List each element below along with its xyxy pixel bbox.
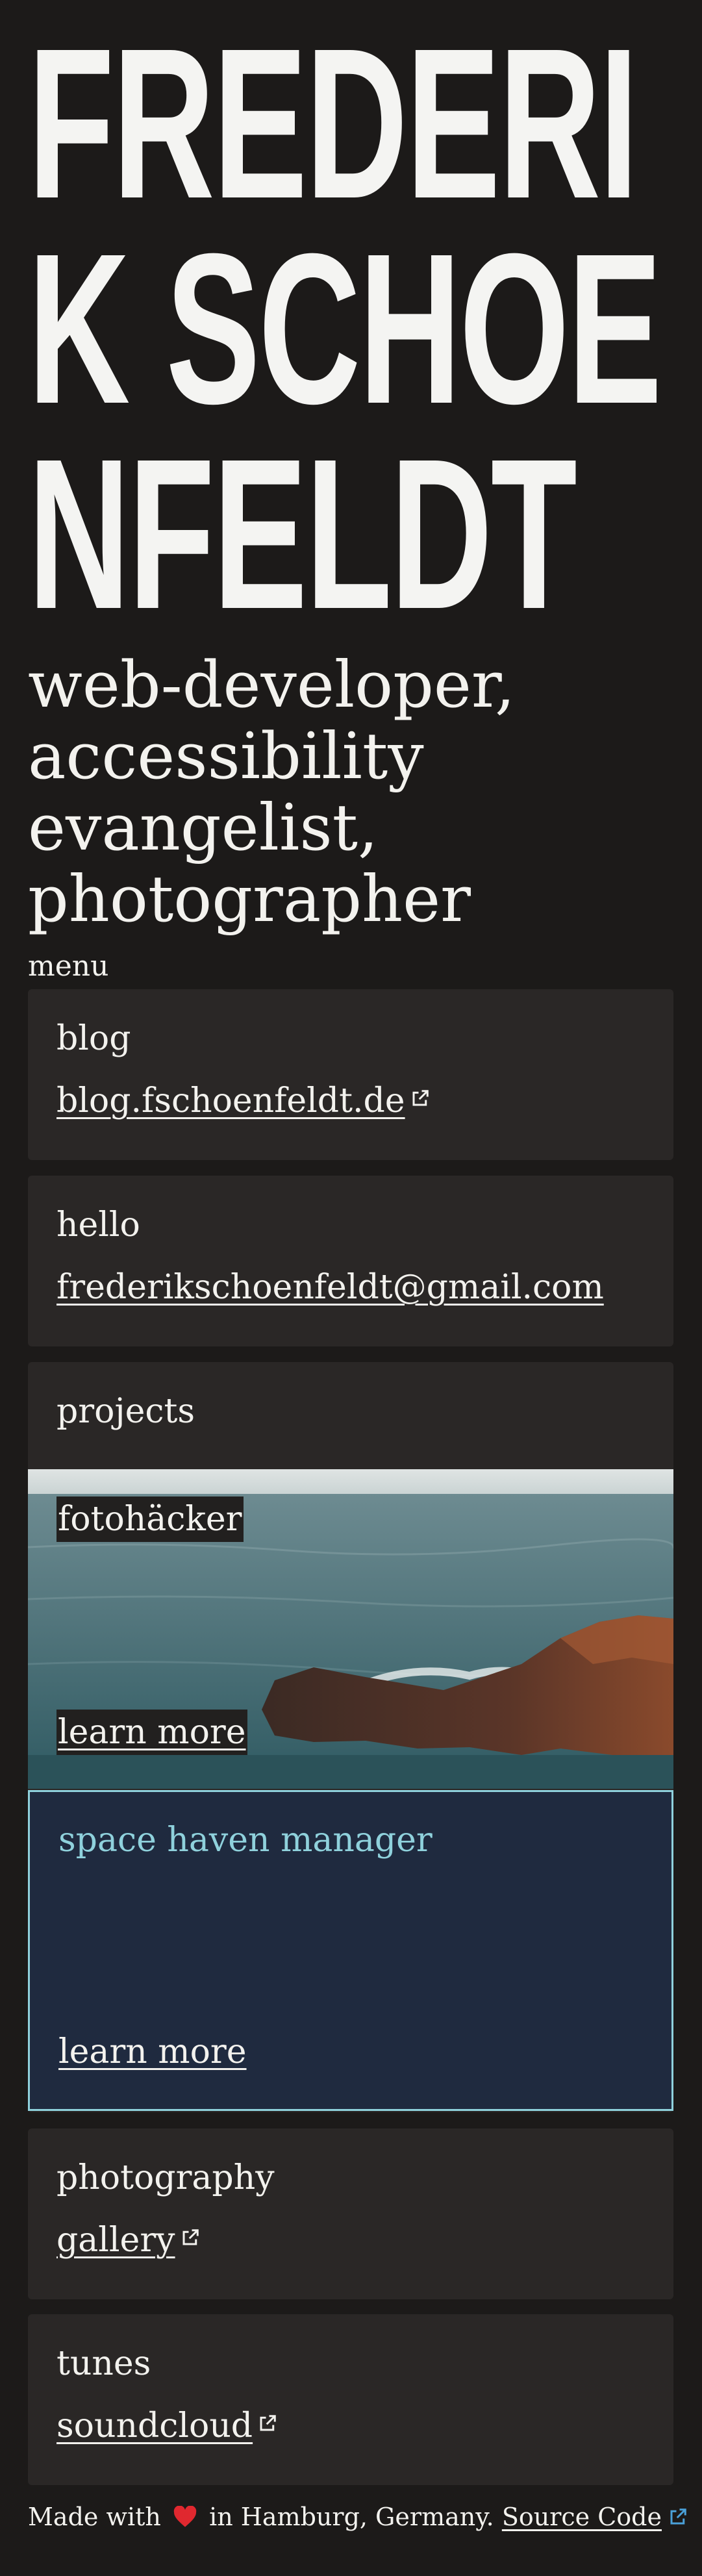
space-haven-learn-more-link[interactable]: learn more xyxy=(58,2032,247,2071)
project-fotohacker-title: fotohäcker xyxy=(56,1496,244,1542)
fotohacker-learn-more-link[interactable]: learn more xyxy=(56,1710,247,1755)
soundcloud-link-label: soundcloud xyxy=(56,2406,253,2445)
external-link-icon xyxy=(260,2415,276,2431)
site-subtitle: web-developer, accessibility evangelist,… xyxy=(28,648,516,937)
external-link-icon xyxy=(412,1090,429,1106)
heart-icon xyxy=(173,2505,197,2527)
blog-link-label: blog.fschoenfeldt.de xyxy=(56,1081,405,1120)
card-hello-title: hello xyxy=(56,1206,140,1244)
blog-link[interactable]: blog.fschoenfeldt.de xyxy=(56,1081,430,1120)
external-link-icon xyxy=(182,2229,199,2245)
page: FREDERIK SCHOENFELDT web-developer, acce… xyxy=(28,0,686,2531)
footer-made-with: Made with xyxy=(28,2503,161,2531)
footer: Made with in Hamburg, Germany. Source Co… xyxy=(28,2503,688,2531)
footer-location: in Hamburg, Germany. xyxy=(209,2503,494,2531)
project-space-haven-title: space haven manager xyxy=(58,1821,432,1860)
card-tunes-title: tunes xyxy=(56,2344,151,2383)
card-photography-title: photography xyxy=(56,2158,275,2197)
gallery-link-label: gallery xyxy=(56,2221,175,2260)
card-photography: photography gallery xyxy=(28,2128,673,2299)
project-fotohacker[interactable]: fotohäcker learn more xyxy=(28,1469,673,1789)
card-blog-title: blog xyxy=(56,1019,131,1058)
menu-label: menu xyxy=(28,950,109,983)
site-title: FREDERIK SCHOENFELDT xyxy=(28,3,662,653)
external-link-icon xyxy=(670,2508,686,2525)
project-space-haven[interactable]: space haven manager learn more xyxy=(28,1790,673,2111)
soundcloud-link[interactable]: soundcloud xyxy=(56,2406,277,2445)
email-link[interactable]: frederikschoenfeldt@gmail.com xyxy=(56,1268,604,1307)
source-code-link[interactable]: Source Code xyxy=(502,2503,662,2531)
card-tunes: tunes soundcloud xyxy=(28,2314,673,2485)
card-hello: hello frederikschoenfeldt@gmail.com xyxy=(28,1176,673,1346)
gallery-link[interactable]: gallery xyxy=(56,2221,200,2260)
card-blog: blog blog.fschoenfeldt.de xyxy=(28,989,673,1160)
card-projects-title: projects xyxy=(56,1392,195,1431)
